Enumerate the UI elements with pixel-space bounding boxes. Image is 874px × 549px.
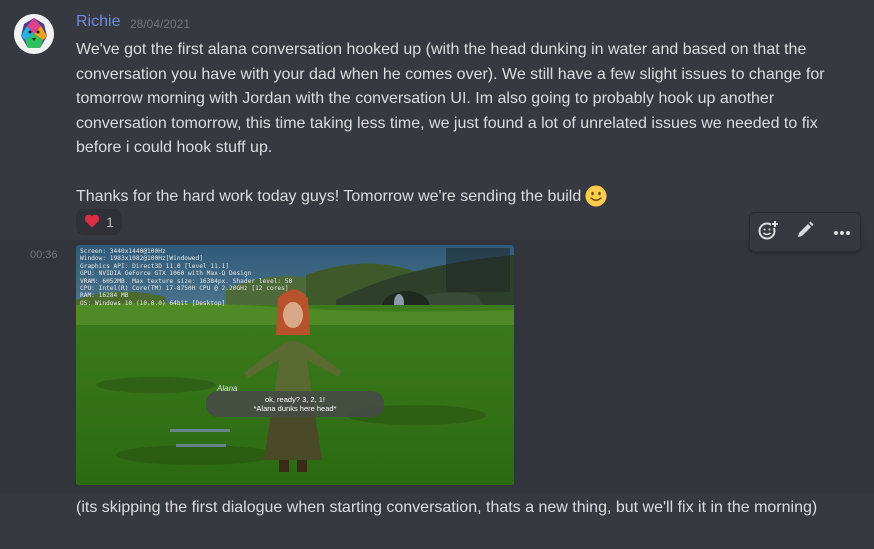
more-icon [833,223,851,241]
message-content: We've got the first alana conversation h… [76,38,856,209]
edit-button[interactable] [792,219,818,245]
stats-panel [446,248,510,292]
game-screenshot[interactable]: Screen: 3440x1440@100Hz Window: 1983x108… [76,245,514,485]
dialogue-line-2: *Alana dunks here head* [253,404,337,413]
message-paragraph-2-text: Thanks for the hard work today guys! Tom… [76,187,582,205]
hud-line: CPU: Intel(R) Core(TM) i7-8750H CPU @ 2.… [80,285,289,293]
slightly-smiling-face-icon[interactable] [585,185,607,207]
debug-hud: Screen: 3440x1440@100Hz Window: 1983x108… [80,248,292,307]
hud-line: OS: Windows 10 (10.0.0) 64bit [Desktop] [80,299,226,307]
message-paragraph-2: Thanks for the hard work today guys! Tom… [76,185,856,210]
hud-line: RAM: 16284 MB [80,292,129,300]
pencil-icon [796,221,814,244]
message-paragraph-1: We've got the first alana conversation h… [76,41,825,156]
hud-line: Window: 1983x1082@100Hz[Windowed] [80,255,203,263]
dialogue-options [170,429,230,447]
message-1: Richie 28/04/2021 We've got the first al… [0,0,874,240]
hud-line: Graphics API: Direct3D 11.0 [level 11.1] [80,262,230,270]
dialogue-line-1: ok, ready? 3, 2, 1! [264,395,326,404]
heart-reaction[interactable]: 1 [76,209,122,235]
hud-line: Screen: 3440x1440@100Hz [80,248,166,255]
author-name[interactable]: Richie [76,13,120,31]
reaction-count: 1 [106,214,114,230]
dialogue-box: ok, ready? 3, 2, 1! *Alana dunks here he… [206,391,384,417]
add-reaction-icon [757,219,780,246]
more-options-button[interactable] [829,219,855,245]
message-time: 00:36 [30,249,58,261]
message-toolbar [749,212,861,252]
add-reaction-button[interactable] [755,219,781,245]
image-caption: (its skipping the first dialogue when st… [76,499,818,516]
message-timestamp: 28/04/2021 [130,17,191,31]
heart-icon [84,214,100,231]
hud-line: VRAM: 6052MB. Max texture size: 16384px.… [80,277,293,285]
avatar[interactable] [14,14,54,54]
hud-line: GPU: NVIDIA GeForce GTX 1060 with Max-Q … [80,270,252,278]
